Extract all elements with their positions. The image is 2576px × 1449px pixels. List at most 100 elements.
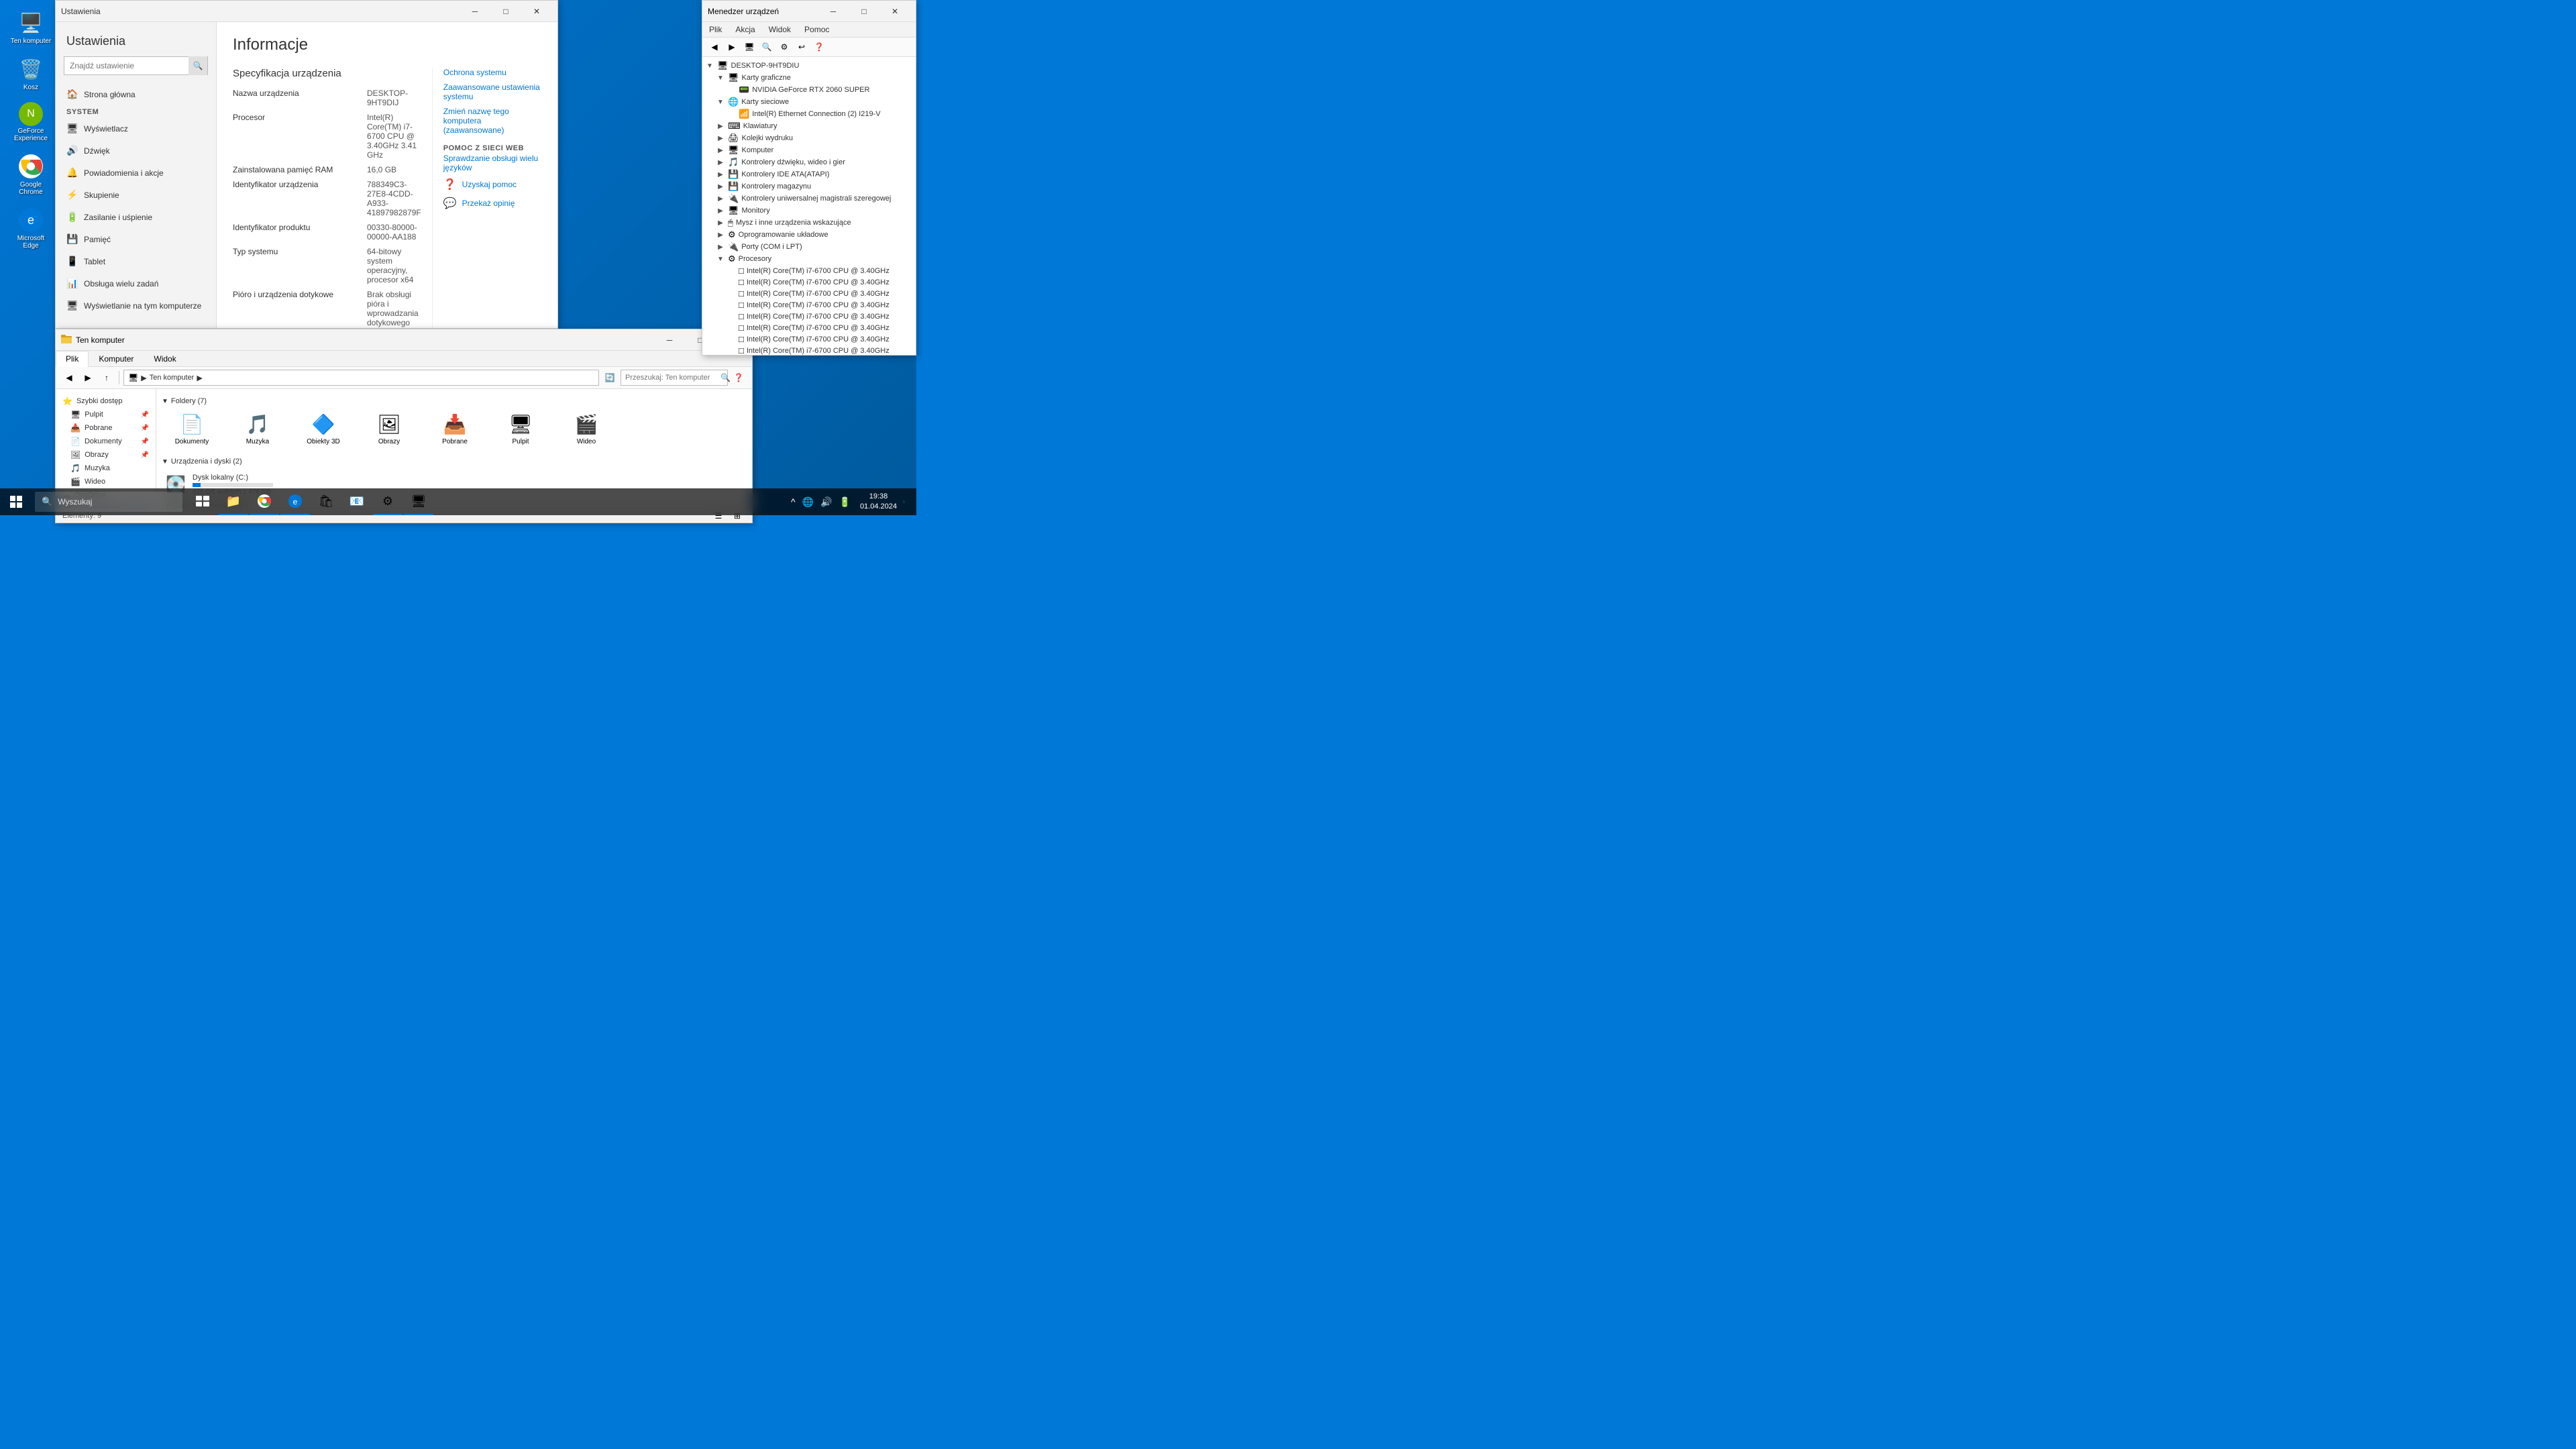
folder-item-dokumenty[interactable]: 📄 Dokumenty xyxy=(162,409,222,449)
tree-item-cpu1[interactable]: □Intel(R) Core(TM) i7-6700 CPU @ 3.40GHz xyxy=(727,265,913,276)
tree-item-oprogramowanie[interactable]: ▶ ⚙ Oprogramowanie układowe xyxy=(716,229,913,241)
sidebar-item-wyswietlanie[interactable]: 🖥 Wyświetlanie na tym komputerze xyxy=(56,294,216,317)
tree-item-cpu7[interactable]: □Intel(R) Core(TM) i7-6700 CPU @ 3.40GHz xyxy=(727,333,913,345)
sidebar-item-dzwiek[interactable]: 🔊 Dźwięk xyxy=(56,140,216,162)
rename-advanced-link[interactable]: Zmień nazwę tego komputera (zaawansowane… xyxy=(443,107,541,135)
taskbar-app-store[interactable]: 🛍 xyxy=(311,488,341,515)
tree-root[interactable]: ▼ 🖥 DESKTOP-9HT9DIU xyxy=(705,60,913,72)
desktop-icon-geforce[interactable]: N GeForce Experience xyxy=(7,99,55,145)
tree-item-klawiatury[interactable]: ▶ ⌨ Klawiatury xyxy=(716,120,913,132)
tree-item-cpu3[interactable]: □Intel(R) Core(TM) i7-6700 CPU @ 3.40GHz xyxy=(727,288,913,299)
taskbar-clock[interactable]: 19:38 01.04.2024 xyxy=(856,490,901,514)
up-button[interactable]: ↑ xyxy=(99,370,115,385)
devmgr-menu-akcja[interactable]: Akcja xyxy=(729,22,761,37)
devmgr-btn5[interactable]: ↩ xyxy=(794,40,810,54)
sidebar-item-wyswietlacz[interactable]: 🖥 Wyświetlacz xyxy=(56,117,216,140)
drives-section-header[interactable]: ▼ Urządzenia i dyski (2) xyxy=(162,458,747,466)
tree-item-mysz[interactable]: ▶ 🖱 Mysz i inne urządzenia wskazujące xyxy=(716,217,913,229)
tree-item-kontrolery-dzwiek[interactable]: ▶ 🎵 Kontrolery dźwięku, wideo i gier xyxy=(716,156,913,168)
tree-item-kontrolery-usb[interactable]: ▶ 🔌 Kontrolery uniwersalnej magistrali s… xyxy=(716,193,913,205)
taskbar-app-explorer[interactable]: 📁 xyxy=(219,488,248,515)
refresh-button[interactable]: 🔄 xyxy=(602,370,618,385)
taskbar-search[interactable]: 🔍 Wyszukaj xyxy=(35,492,182,512)
show-desktop-button[interactable] xyxy=(904,500,911,503)
tray-chevron[interactable]: ^ xyxy=(788,495,798,508)
devmgr-minimize-button[interactable]: ─ xyxy=(818,1,849,22)
desktop-icon-edge[interactable]: e Microsoft Edge xyxy=(7,204,55,252)
sidebar-item-dokumenty[interactable]: 📄 Dokumenty 📌 xyxy=(56,435,156,448)
lang-support-link[interactable]: Sprawdzanie obsługi wielu języków xyxy=(443,154,541,172)
taskbar-app-edge[interactable]: e xyxy=(280,488,310,515)
desktop-icon-kosz[interactable]: 🗑️ Kosz xyxy=(7,53,55,94)
maximize-button[interactable]: □ xyxy=(490,1,521,22)
devmgr-menu-widok[interactable]: Widok xyxy=(762,22,798,37)
tree-item-cpu5[interactable]: □Intel(R) Core(TM) i7-6700 CPU @ 3.40GHz xyxy=(727,311,913,322)
taskbar-app-chrome[interactable] xyxy=(250,488,279,515)
tree-item-komputer[interactable]: ▶ 🖥 Komputer xyxy=(716,144,913,156)
devmgr-menu-plik[interactable]: Plik xyxy=(702,22,729,37)
explorer-search-input[interactable] xyxy=(625,374,720,382)
ribbon-tab-widok[interactable]: Widok xyxy=(144,351,186,366)
folder-item-pobrane[interactable]: 📥 Pobrane xyxy=(425,409,485,449)
devmgr-maximize-button[interactable]: □ xyxy=(849,1,879,22)
start-button[interactable] xyxy=(0,488,32,515)
tree-item-karty-graficzne[interactable]: ▼ 🖥 Karty graficzne xyxy=(716,72,913,84)
tree-item-cpu6[interactable]: □Intel(R) Core(TM) i7-6700 CPU @ 3.40GHz xyxy=(727,322,913,333)
tree-item-porty[interactable]: ▶ 🔌 Porty (COM i LPT) xyxy=(716,241,913,253)
ribbon-tab-plik[interactable]: Plik xyxy=(56,351,89,367)
folder-item-obiekty3d[interactable]: 🔷 Obiekty 3D xyxy=(293,409,354,449)
taskbar-app-mail[interactable]: 📧 xyxy=(342,488,372,515)
sidebar-item-strona-glowna[interactable]: 🏠 Strona główna xyxy=(56,83,216,105)
close-button[interactable]: ✕ xyxy=(521,1,552,22)
feedback-link[interactable]: Przekaż opinię xyxy=(462,199,515,208)
get-help-link[interactable]: Uzyskaj pomoc xyxy=(462,180,517,189)
tree-item-cpu2[interactable]: □Intel(R) Core(TM) i7-6700 CPU @ 3.40GHz xyxy=(727,276,913,288)
search-bar[interactable]: 🔍 xyxy=(621,370,728,386)
tray-network-icon[interactable]: 🌐 xyxy=(800,495,816,509)
desktop-icon-ten-komputer[interactable]: 🖥️ Ten komputer xyxy=(7,7,55,48)
tree-item-kontrolery-mag[interactable]: ▶ 💾 Kontrolery magazynu xyxy=(716,180,913,193)
search-input[interactable] xyxy=(64,61,189,70)
sidebar-item-pamiec[interactable]: 💾 Pamięć xyxy=(56,228,216,250)
tree-item-cpu4[interactable]: □Intel(R) Core(TM) i7-6700 CPU @ 3.40GHz xyxy=(727,299,913,311)
devmgr-back-button[interactable]: ◀ xyxy=(706,40,722,54)
forward-button[interactable]: ▶ xyxy=(80,370,96,385)
tree-item-karty-sieciowe[interactable]: ▼ 🌐 Karty sieciowe xyxy=(716,96,913,108)
sidebar-item-powiadomienia[interactable]: 🔔 Powiadomienia i akcje xyxy=(56,162,216,184)
sidebar-item-szybki-dostep[interactable]: ⭐ Szybki dostęp xyxy=(56,394,156,408)
ribbon-tab-komputer[interactable]: Komputer xyxy=(89,351,144,366)
sidebar-item-wideo[interactable]: 🎬 Wideo xyxy=(56,475,156,488)
advanced-settings-link[interactable]: Zaawansowane ustawienia systemu xyxy=(443,83,541,101)
search-box[interactable]: 🔍 xyxy=(64,56,208,75)
help-button[interactable]: ❓ xyxy=(731,370,747,385)
desktop-icon-chrome[interactable]: Google Chrome xyxy=(7,150,55,199)
tray-volume-icon[interactable]: 🔊 xyxy=(818,495,835,509)
sidebar-item-multitasking[interactable]: 📊 Obsługa wielu zadań xyxy=(56,272,216,294)
sidebar-item-skupienie[interactable]: ⚡ Skupienie xyxy=(56,184,216,206)
sidebar-item-pobrane[interactable]: 📥 Pobrane 📌 xyxy=(56,421,156,435)
folder-item-obrazy[interactable]: 🖼 Obrazy xyxy=(359,409,419,449)
devmgr-btn3[interactable]: 🔍 xyxy=(759,40,775,54)
devmgr-forward-button[interactable]: ▶ xyxy=(724,40,740,54)
taskbar-app-settings[interactable]: ⚙ xyxy=(373,488,402,515)
search-button[interactable]: 🔍 xyxy=(189,56,207,75)
devmgr-close-button[interactable]: ✕ xyxy=(879,1,910,22)
folder-item-pulpit[interactable]: 🖥 Pulpit xyxy=(490,409,551,449)
devmgr-menu-pomoc[interactable]: Pomoc xyxy=(798,22,836,37)
sidebar-item-zasilanie[interactable]: 🔋 Zasilanie i uśpienie xyxy=(56,206,216,228)
taskbar-app-devmgr[interactable]: 🖥 xyxy=(404,488,433,515)
tree-item-cpu8[interactable]: □Intel(R) Core(TM) i7-6700 CPU @ 3.40GHz xyxy=(727,345,913,355)
sidebar-item-tablet[interactable]: 📱 Tablet xyxy=(56,250,216,272)
taskbar-task-view[interactable] xyxy=(188,488,217,515)
address-bar[interactable]: 🖥 ▶ Ten komputer ▶ xyxy=(123,370,599,386)
folder-item-wideo[interactable]: 🎬 Wideo xyxy=(556,409,616,449)
devmgr-computer-icon-btn[interactable]: 🖥 xyxy=(741,40,757,54)
sidebar-item-muzyka[interactable]: 🎵 Muzyka xyxy=(56,462,156,475)
minimize-button[interactable]: ─ xyxy=(460,1,490,22)
devmgr-btn6[interactable]: ❓ xyxy=(811,40,827,54)
sidebar-item-pulpit[interactable]: 🖥 Pulpit 📌 xyxy=(56,408,156,421)
protection-link[interactable]: Ochrona systemu xyxy=(443,68,541,77)
folder-item-muzyka[interactable]: 🎵 Muzyka xyxy=(227,409,288,449)
devmgr-btn4[interactable]: ⚙ xyxy=(776,40,792,54)
tree-item-kontrolery-ide[interactable]: ▶ 💾 Kontrolery IDE ATA(ATAPI) xyxy=(716,168,913,180)
